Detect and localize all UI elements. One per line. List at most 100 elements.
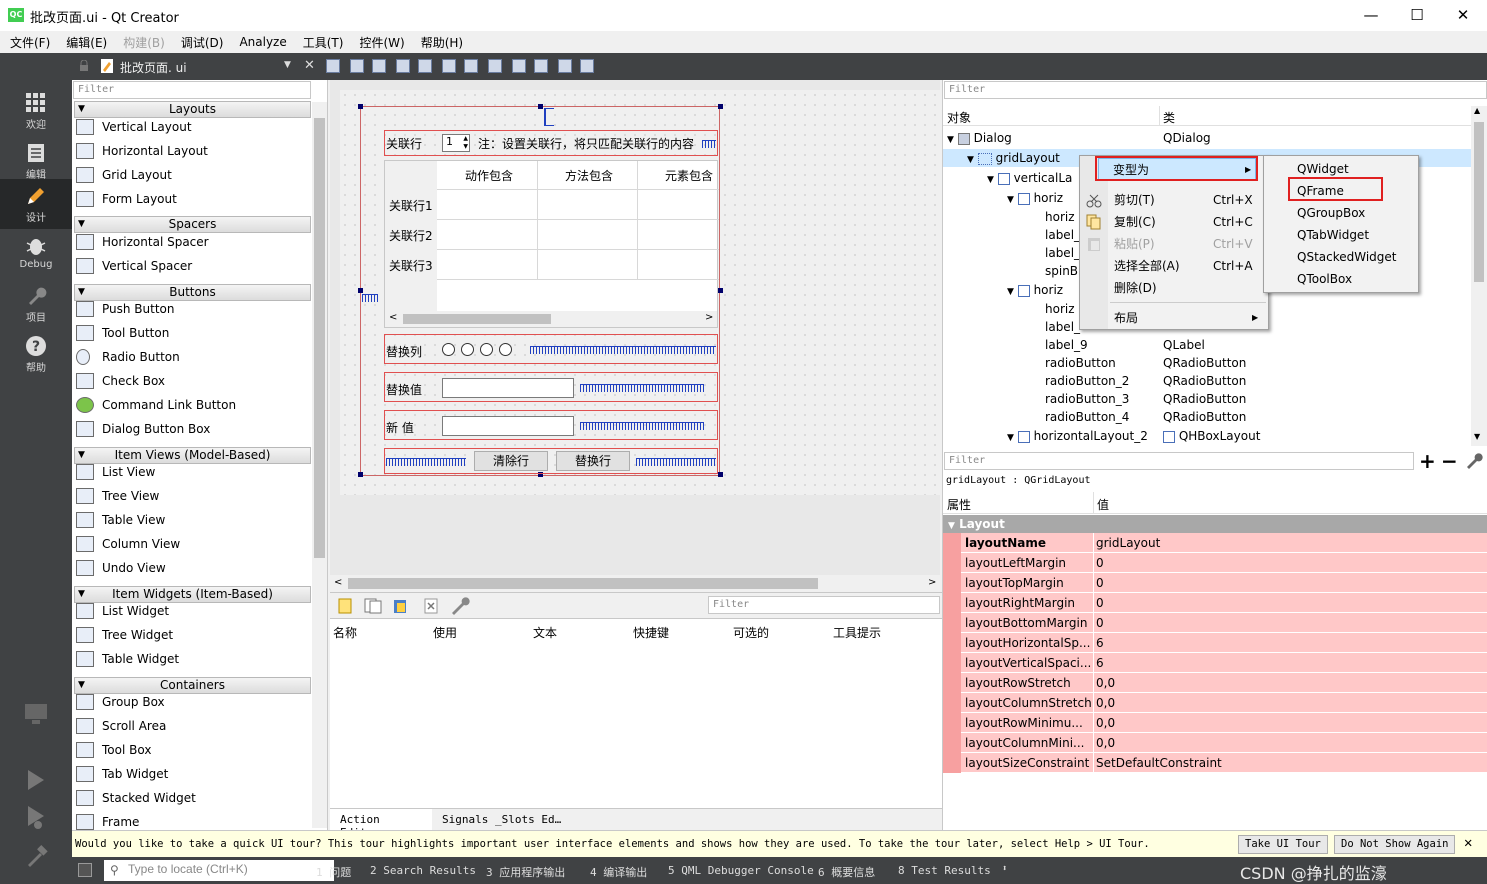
horizontal-spacer[interactable]	[530, 346, 716, 354]
vertical-spacer[interactable]	[544, 108, 554, 126]
assoc-table[interactable]: 动作包含 方法包含 元素包含 关联行1 关联行2 关联行3 < >	[384, 160, 719, 328]
category-containers[interactable]: ▼ Containers	[74, 677, 311, 694]
tree-row-horizontallayout[interactable]: ▼ horiz	[1007, 281, 1063, 299]
item-frame[interactable]: Frame	[76, 814, 139, 830]
expand-arrow-icon[interactable]: ▼	[947, 135, 954, 145]
item-tool-button[interactable]: Tool Button	[76, 325, 169, 347]
dismiss-tour-button[interactable]: Do Not Show Again	[1334, 835, 1456, 854]
item-group-box[interactable]: Group Box	[76, 694, 165, 716]
collapse-arrow-icon[interactable]: ▼	[948, 521, 955, 531]
layout-v-splitter-icon[interactable]	[488, 59, 502, 73]
expand-arrow-icon[interactable]: ▼	[967, 155, 974, 165]
build-hammer-icon[interactable]	[26, 845, 48, 867]
mode-project[interactable]: 项目	[0, 279, 72, 329]
replace-val-input[interactable]	[442, 378, 574, 398]
menu-item-paste[interactable]: 粘贴(P) Ctrl+V	[1114, 233, 1264, 255]
menu-item-copy[interactable]: 复制(C) Ctrl+C	[1114, 211, 1264, 233]
mode-help[interactable]: ? 帮助	[0, 329, 72, 379]
table-row-header[interactable]: 关联行2	[389, 227, 433, 244]
action-settings-icon[interactable]	[450, 597, 470, 615]
scroll-down-icon[interactable]: ▼	[1474, 432, 1480, 441]
property-row[interactable]: layoutVerticalSpaci... 6	[943, 653, 1487, 673]
close-button[interactable]: ✕	[1440, 4, 1486, 26]
property-value[interactable]: SetDefaultConstraint	[1096, 753, 1222, 773]
menu-item-cut[interactable]: 剪切(T) Ctrl+X	[1114, 189, 1264, 211]
new-action-icon[interactable]	[338, 598, 352, 614]
assoc-row-spinbox[interactable]: 1 ▲ ▼	[442, 134, 470, 152]
item-horizontal-spacer[interactable]: Horizontal Spacer	[76, 234, 209, 256]
property-section-layout[interactable]: ▼ Layout	[943, 515, 1487, 533]
tree-row[interactable]: radioButton_2	[1045, 372, 1129, 390]
break-layout-icon[interactable]	[558, 59, 572, 73]
column-header[interactable]: 文本	[533, 624, 557, 641]
selection-handle[interactable]	[358, 288, 363, 293]
table-row-header[interactable]: 关联行1	[389, 197, 433, 214]
new-val-input[interactable]	[442, 416, 574, 436]
take-tour-button[interactable]: Take UI Tour	[1238, 835, 1328, 854]
pane-more-icon[interactable]: ⬍	[1002, 864, 1007, 874]
menu-analyze[interactable]: Analyze	[239, 35, 286, 49]
property-row[interactable]: layoutLeftMargin 0	[943, 553, 1487, 573]
scroll-left-icon[interactable]: <	[334, 577, 342, 588]
item-table-widget[interactable]: Table Widget	[76, 651, 179, 673]
replace-row-button[interactable]: 替换行	[556, 451, 630, 471]
tree-row[interactable]: radioButton_4	[1045, 408, 1129, 426]
tree-row-gridlayout[interactable]: ▼ gridLayout	[967, 149, 1060, 167]
selection-handle[interactable]	[358, 472, 363, 477]
expand-arrow-icon[interactable]: ▼	[1007, 195, 1014, 205]
layout-vertical-icon[interactable]	[442, 59, 456, 73]
item-tree-widget[interactable]: Tree Widget	[76, 627, 173, 649]
menu-debug[interactable]: 调试(D)	[181, 34, 224, 51]
scroll-thumb[interactable]	[314, 118, 325, 558]
tree-row[interactable]: spinB	[1045, 262, 1078, 280]
edit-buddies-icon[interactable]	[372, 59, 386, 73]
close-tour-icon[interactable]: ✕	[1464, 835, 1472, 851]
file-dropdown-icon[interactable]: ▼	[284, 60, 291, 70]
scroll-thumb[interactable]	[403, 314, 551, 324]
widget-box-scrollbar[interactable]	[312, 102, 327, 828]
sidebar-toggle-icon[interactable]	[78, 863, 92, 877]
layout-form-icon[interactable]	[512, 59, 526, 73]
column-header[interactable]: 可选的	[733, 624, 769, 641]
item-radio-button[interactable]: Radio Button	[76, 349, 180, 371]
debug-run-icon[interactable]	[26, 805, 46, 831]
morph-qtoolbox[interactable]: QToolBox	[1297, 268, 1352, 290]
column-header-property[interactable]: 属性	[947, 496, 971, 513]
property-value[interactable]: gridLayout	[1096, 533, 1160, 553]
property-value[interactable]: 0	[1096, 553, 1104, 573]
item-tab-widget[interactable]: Tab Widget	[76, 766, 168, 788]
item-horizontal-layout[interactable]: Horizontal Layout	[76, 143, 208, 165]
expand-arrow-icon[interactable]: ▼	[1007, 287, 1014, 297]
property-row[interactable]: layoutRightMargin 0	[943, 593, 1487, 613]
tree-row[interactable]: label_	[1045, 318, 1080, 336]
item-check-box[interactable]: Check Box	[76, 373, 165, 395]
category-spacers[interactable]: ▼ Spacers	[74, 216, 311, 233]
tree-row-dialog[interactable]: ▼ Dialog	[947, 129, 1012, 147]
property-value[interactable]: 0,0	[1096, 713, 1115, 733]
tree-row[interactable]: label_	[1045, 226, 1080, 244]
horizontal-spacer[interactable]	[580, 384, 704, 392]
category-item-views[interactable]: ▼ Item Views (Model-Based)	[74, 447, 311, 464]
configure-icon[interactable]	[1465, 453, 1483, 469]
adjust-size-icon[interactable]	[580, 59, 594, 73]
pane-qml-debugger[interactable]: 5 QML Debugger Console	[668, 864, 814, 877]
mode-design[interactable]: 设计	[0, 179, 72, 229]
category-buttons[interactable]: ▼ Buttons	[74, 284, 311, 301]
item-column-view[interactable]: Column View	[76, 536, 180, 558]
column-header-class[interactable]: 类	[1163, 109, 1175, 126]
item-list-view[interactable]: List View	[76, 464, 155, 486]
selection-handle[interactable]	[718, 472, 723, 477]
horizontal-spacer[interactable]	[702, 140, 716, 148]
spin-arrows-icon[interactable]: ▲ ▼	[463, 135, 468, 151]
radio-button-1[interactable]	[442, 343, 455, 356]
column-header-object[interactable]: 对象	[947, 109, 971, 126]
item-table-view[interactable]: Table View	[76, 512, 165, 534]
maximize-button[interactable]: ☐	[1394, 4, 1440, 26]
scroll-thumb[interactable]	[348, 578, 818, 589]
minimize-button[interactable]: —	[1348, 4, 1394, 26]
tree-row[interactable]: horiz	[1045, 208, 1075, 226]
pane-issues[interactable]: 1 问题	[316, 864, 351, 880]
copy-action-icon[interactable]	[364, 598, 382, 614]
horizontal-spacer[interactable]	[580, 422, 704, 430]
tree-row[interactable]: label_9	[1045, 336, 1088, 354]
